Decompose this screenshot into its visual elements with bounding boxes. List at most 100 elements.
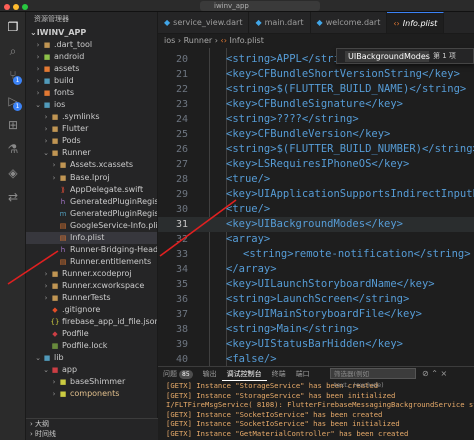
tree-file[interactable]: ◆ .gitignore (26, 304, 157, 316)
line-number: 28 (175, 174, 188, 185)
close-panel-icon[interactable]: × (441, 369, 448, 378)
tree-file[interactable]: {} firebase_app_id_file.json (26, 316, 157, 328)
tree-folder[interactable]: ⌄ ■ app (26, 364, 157, 376)
tree-file[interactable]: h GeneratedPluginRegistra... (26, 196, 157, 208)
tree-folder[interactable]: › ■ Runner.xcworkspace (26, 280, 157, 292)
tree-folder[interactable]: › ■ Base.lproj (26, 172, 157, 184)
code-line[interactable]: 31 <key>UIBackgroundModes</key> (158, 217, 474, 232)
outline-section[interactable]: › 大纲 (26, 419, 158, 429)
debug-console-output[interactable]: [GETX] Instance "StorageService" has bee… (158, 381, 474, 438)
tree-file[interactable]: ⟫ AppDelegate.swift (26, 184, 157, 196)
breadcrumb-file[interactable]: Info.plist (229, 36, 263, 45)
command-center-search[interactable]: iwinv_app (200, 1, 320, 11)
tree-folder[interactable]: › ■ fonts (26, 87, 157, 99)
bottom-panel: 问题 85 输出 调试控制台 终端 端口 筛选器(例如 text、!exclude) ⊘ … (158, 366, 474, 440)
code-line[interactable]: 26 <string>$(FLUTTER_BUILD_NUMBER)</strin… (158, 142, 474, 157)
code-line[interactable]: 37 <key>UIMainStoryboardFile</key> (158, 307, 474, 322)
tree-folder[interactable]: › ■ Runner.xcodeproj (26, 268, 157, 280)
tab-service-view[interactable]: ◆ service_view.dart (158, 12, 250, 33)
extensions-icon[interactable]: ⊞ (6, 118, 20, 132)
code-line[interactable]: 34 </array> (158, 262, 474, 277)
line-number: 37 (175, 309, 188, 320)
folder-icon: ■ (59, 390, 67, 399)
project-root[interactable]: ⌄IWINV_APP (26, 26, 157, 39)
breadcrumb-ios[interactable]: ios (164, 36, 175, 45)
outline-label: 大纲 (35, 420, 50, 428)
tree-item-label: android (54, 52, 85, 62)
code-line[interactable]: 22 <string>$(FLUTTER_BUILD_NAME)</string> (158, 82, 474, 97)
zoom-window-icon[interactable] (22, 4, 28, 10)
code-text: <key>CFBundleSignature</key> (226, 98, 404, 110)
code-line[interactable]: 23 <key>CFBundleSignature</key> (158, 97, 474, 112)
tree-folder[interactable]: › ■ baseShimmer (26, 376, 157, 388)
code-line[interactable]: 39 <key>UIStatusBarHidden</key> (158, 337, 474, 352)
minimize-window-icon[interactable] (13, 4, 19, 10)
tab-label: Info.plist (402, 19, 438, 28)
panel-tab[interactable]: 问题 85 (158, 367, 198, 381)
tree-file[interactable]: ▤ Runner.entitlements (26, 256, 157, 268)
tree-folder[interactable]: › ■ Assets.xcassets (26, 159, 157, 171)
code-line[interactable]: 27 <key>LSRequiresIPhoneOS</key> (158, 157, 474, 172)
code-line[interactable]: 29 <key>UIApplicationSupportsIndirectInpu… (158, 187, 474, 202)
code-line[interactable]: 36 <string>LaunchScreen</string> (158, 292, 474, 307)
code-line[interactable]: 21 <key>CFBundleShortVersionString</key> (158, 67, 474, 82)
code-line[interactable]: 28 <true/> (158, 172, 474, 187)
search-icon[interactable]: ⌕ (6, 44, 20, 58)
tree-file[interactable]: ▤ Info.plist (26, 231, 157, 244)
tree-file[interactable]: ▦ Podfile.lock (26, 340, 157, 352)
tree-file[interactable]: ▤ GoogleService-Info.plist (26, 220, 157, 232)
tree-file[interactable]: mGeneratedPluginRegistra... (26, 208, 157, 220)
code-line[interactable]: 30 <true/> (158, 202, 474, 217)
remote-icon[interactable]: ⇄ (6, 190, 20, 204)
tree-folder[interactable]: ⌄ ■ ios (26, 99, 157, 111)
timeline-section[interactable]: › 时间线 (26, 429, 158, 439)
code-text: <false/> (226, 353, 277, 365)
tab-welcome[interactable]: ◆ welcome.dart (311, 12, 388, 33)
tree-folder[interactable]: › ■ .symlinks (26, 111, 157, 123)
find-widget[interactable]: UIBackgroundModes 第 1 项 (336, 48, 474, 64)
code-line[interactable]: 25 <key>CFBundleVersion</key> (158, 127, 474, 142)
tree-folder[interactable]: › ■ android (26, 51, 157, 63)
tab-main[interactable]: ◆ main.dart (249, 12, 311, 33)
console-filter-input[interactable]: 筛选器(例如 text、!exclude) (330, 368, 416, 389)
swift-file-icon: ⟫ (61, 185, 65, 194)
files-icon[interactable]: ❐ (6, 20, 20, 34)
code-line[interactable]: 24 <string>????</string> (158, 112, 474, 127)
code-line[interactable]: 35 <key>UILaunchStoryboardName</key> (158, 277, 474, 292)
tree-folder[interactable]: › ■ components (26, 388, 157, 400)
flutter-icon[interactable]: ◈ (6, 166, 20, 180)
folder-icon: ■ (43, 101, 51, 110)
tree-folder[interactable]: › ■ assets (26, 63, 157, 75)
tree-file[interactable]: ◆ Podfile (26, 328, 157, 340)
clear-console-icon[interactable]: ⊘ (422, 369, 429, 378)
panel-tab[interactable]: 终端 (267, 367, 291, 381)
line-number: 39 (175, 339, 188, 350)
tree-folder[interactable]: › ■ Flutter (26, 123, 157, 135)
close-window-icon[interactable] (4, 4, 10, 10)
tree-folder[interactable]: › ■ RunnerTests (26, 292, 157, 304)
tree-file[interactable]: h Runner-Bridging-Header.h (26, 244, 157, 256)
tree-item-label: Info.plist (70, 232, 105, 242)
tree-folder[interactable]: ⌄ ■ Runner (26, 147, 157, 159)
code-line[interactable]: 38 <string>Main</string> (158, 322, 474, 337)
code-editor[interactable]: 20 <string>APPL</string> 21 <key>CFBundleSh… (158, 48, 474, 366)
tab-info-plist[interactable]: ‹› Info.plist (387, 12, 445, 33)
code-line[interactable]: 33 <string>remote-notification</string> (158, 247, 474, 262)
chevron-down-icon: ⌄ (35, 354, 41, 363)
panel-tab[interactable]: 输出 (198, 367, 222, 381)
panel-tab[interactable]: 端口 (291, 367, 315, 381)
folder-icon: ■ (51, 366, 59, 375)
tree-folder[interactable]: ⌄ ■ lib (26, 352, 157, 364)
code-line[interactable]: 32 <array> (158, 232, 474, 247)
tree-folder[interactable]: › ■ .dart_tool (26, 39, 157, 51)
chevron-right-icon: › (52, 378, 56, 387)
panel-tab[interactable]: 调试控制台 (221, 367, 267, 381)
tree-item-label: RunnerTests (62, 292, 111, 302)
breadcrumb-runner[interactable]: Runner (184, 36, 213, 45)
maximize-panel-icon[interactable]: ⌃ (431, 369, 438, 378)
find-input[interactable]: UIBackgroundModes (345, 51, 430, 62)
tree-folder[interactable]: › ■ build (26, 75, 157, 87)
tree-folder[interactable]: › ■ Pods (26, 135, 157, 147)
code-line[interactable]: 40 <false/> (158, 352, 474, 366)
testing-icon[interactable]: ⚗ (6, 142, 20, 156)
